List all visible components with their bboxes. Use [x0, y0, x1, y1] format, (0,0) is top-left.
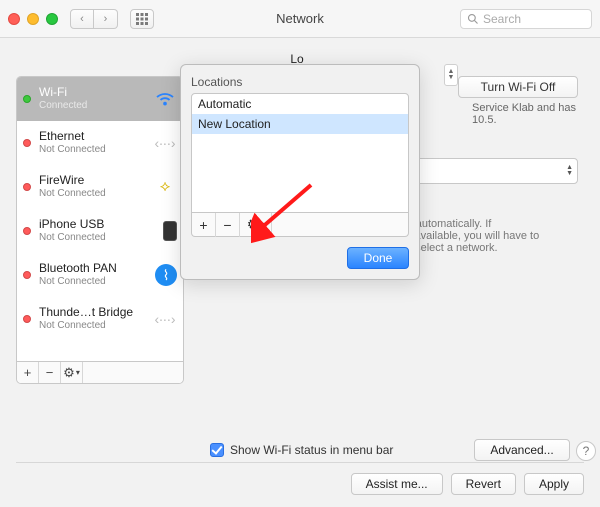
locations-actions-button[interactable]: ⚙ ▾	[240, 213, 272, 237]
services-sidebar: Wi-FiConnected EthernetNot Connected ‹∙∙…	[16, 76, 184, 384]
service-label: iPhone USB	[39, 218, 155, 231]
location-item-new[interactable]: New Location	[192, 114, 408, 134]
bluetooth-icon: ⌇	[155, 264, 177, 286]
remove-service-button[interactable]: −	[39, 362, 61, 384]
service-iphone-usb[interactable]: iPhone USBNot Connected	[17, 209, 183, 253]
bottom-bar: Assist me... Revert Apply	[16, 462, 584, 495]
service-bluetooth-pan[interactable]: Bluetooth PANNot Connected ⌇	[17, 253, 183, 297]
service-firewire[interactable]: FireWireNot Connected ⟡	[17, 165, 183, 209]
service-status: Not Connected	[39, 231, 155, 244]
sidebar-actions-button[interactable]: ⚙▾	[61, 362, 83, 384]
add-service-button[interactable]: +	[17, 362, 39, 384]
titlebar: ‹ › Network Search	[0, 0, 600, 38]
connection-note: Service Klab and has 10.5.	[472, 102, 576, 126]
locations-label: Locations	[191, 75, 409, 89]
service-label: FireWire	[39, 174, 145, 187]
iphone-icon	[163, 221, 177, 241]
firewire-icon: ⟡	[153, 175, 177, 199]
service-label: Bluetooth PAN	[39, 262, 147, 275]
preference-pane: Lo ▲▼ Wi-FiConnected EthernetNot Connect…	[0, 38, 600, 507]
service-status: Connected	[39, 99, 145, 112]
checkbox-checked[interactable]	[210, 443, 224, 457]
location-item-automatic[interactable]: Automatic	[192, 94, 408, 114]
service-status: Not Connected	[39, 319, 145, 332]
service-wifi[interactable]: Wi-FiConnected	[17, 77, 183, 121]
status-dot-red	[23, 183, 31, 191]
search-placeholder: Search	[483, 12, 521, 26]
ethernet-icon: ‹∙∙∙›	[153, 131, 177, 155]
status-dot-red	[23, 227, 31, 235]
service-status: Not Connected	[39, 187, 145, 200]
help-button[interactable]: ?	[576, 441, 596, 461]
turn-wifi-off-button[interactable]: Turn Wi-Fi Off	[458, 76, 578, 98]
locations-footer: + − ⚙ ▾	[191, 213, 409, 237]
chevron-updown-icon: ▲▼	[566, 165, 573, 177]
service-thunderbolt-bridge[interactable]: Thunde…t BridgeNot Connected ‹∙∙∙›	[17, 297, 183, 341]
wifi-icon	[153, 87, 177, 111]
search-field[interactable]: Search	[460, 9, 592, 29]
revert-button[interactable]: Revert	[451, 473, 516, 495]
advanced-button[interactable]: Advanced...	[474, 439, 570, 461]
thunderbolt-icon: ‹∙∙∙›	[153, 307, 177, 331]
service-label: Thunde…t Bridge	[39, 306, 145, 319]
done-button[interactable]: Done	[347, 247, 409, 269]
status-dot-red	[23, 139, 31, 147]
service-status: Not Connected	[39, 275, 147, 288]
status-dot-red	[23, 271, 31, 279]
status-dot-red	[23, 315, 31, 323]
gear-icon: ⚙	[247, 216, 260, 233]
service-label: Wi-Fi	[39, 86, 145, 99]
chevron-down-icon: ▾	[76, 368, 80, 377]
show-wifi-status-row[interactable]: Show Wi-Fi status in menu bar	[210, 443, 393, 457]
add-location-button[interactable]: +	[192, 213, 216, 237]
service-status: Not Connected	[39, 143, 145, 156]
apply-button[interactable]: Apply	[524, 473, 584, 495]
locations-list[interactable]: Automatic New Location	[191, 93, 409, 213]
locations-popover: Locations Automatic New Location + − ⚙ ▾…	[180, 64, 420, 280]
sidebar-footer: + − ⚙▾	[17, 361, 183, 383]
show-wifi-status-label: Show Wi-Fi status in menu bar	[230, 443, 393, 457]
remove-location-button[interactable]: −	[216, 213, 240, 237]
service-label: Ethernet	[39, 130, 145, 143]
chevron-down-icon: ▾	[260, 220, 264, 229]
status-dot-green	[23, 95, 31, 103]
service-ethernet[interactable]: EthernetNot Connected ‹∙∙∙›	[17, 121, 183, 165]
gear-icon: ⚙	[63, 365, 75, 381]
assist-me-button[interactable]: Assist me...	[351, 473, 443, 495]
